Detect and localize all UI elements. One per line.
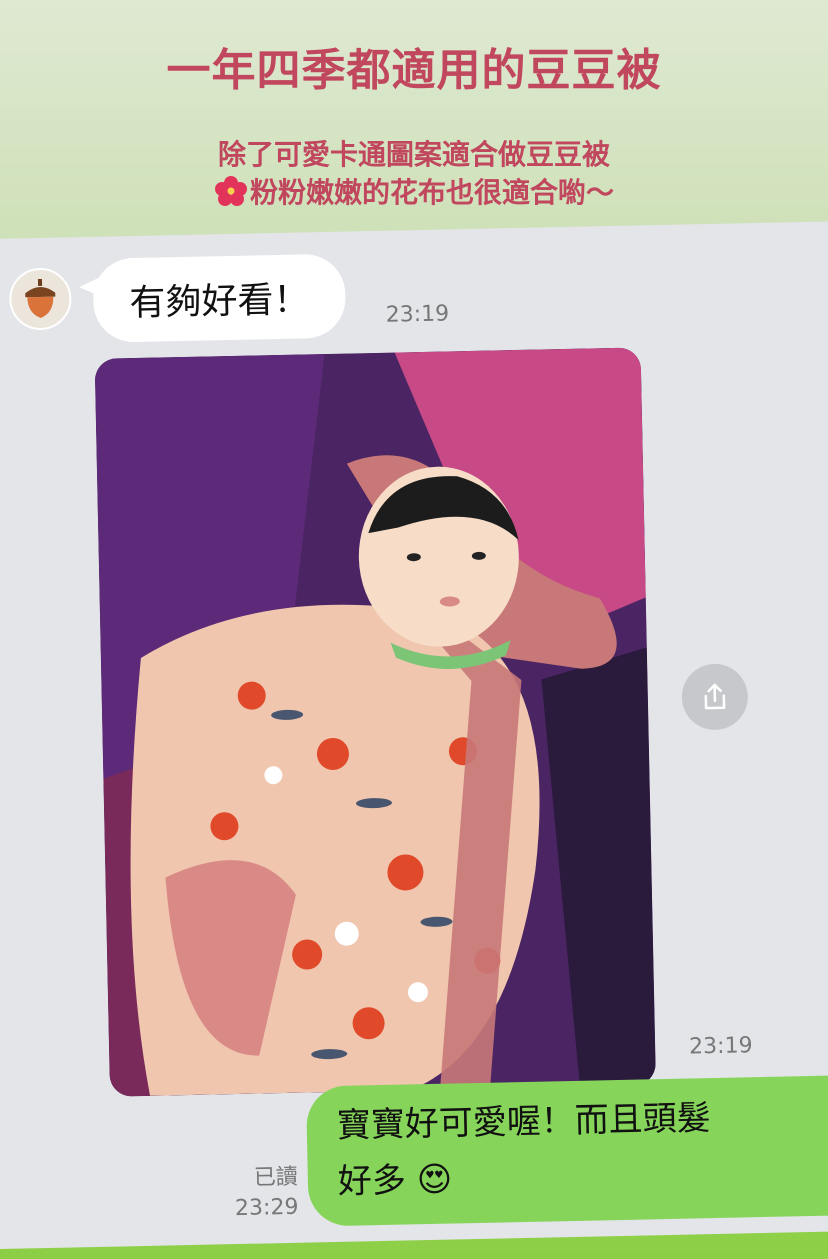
incoming-message-time: 23:19 [385, 301, 450, 328]
subtitle-line-2: 粉粉嫩嫩的花布也很適合喲～ [249, 176, 614, 209]
subtitle-line-2-wrap: 粉粉嫩嫩的花布也很適合喲～ [0, 174, 828, 212]
baby-photo-illustration [94, 347, 656, 1097]
hibiscus-icon [214, 176, 247, 206]
chat-area: 有夠好看！ 23:19 23:19 已讀 23:29 寶寶好可愛喔！而且頭髮 好… [0, 221, 828, 1248]
read-label: 已讀 [253, 1164, 299, 1191]
acorn-icon [25, 278, 56, 318]
page-subtitle: 除了可愛卡通圖案適合做豆豆被 粉粉嫩嫩的花布也很適合喲～ [0, 136, 828, 212]
outgoing-message-line-2: 好多 [337, 1160, 407, 1202]
chat-screenshot-card: 有夠好看！ 23:19 23:19 已讀 23:29 寶寶好可愛喔！而且頭髮 好… [0, 220, 828, 1250]
incoming-message-text: 有夠好看！ [129, 279, 310, 325]
outgoing-message-line-2-wrap: 好多 😍 [337, 1143, 828, 1210]
outgoing-message-bubble[interactable]: 寶寶好可愛喔！而且頭髮 好多 😍 [305, 1075, 828, 1227]
heart-eyes-emoji-icon: 😍 [416, 1159, 453, 1201]
contact-avatar[interactable] [8, 267, 73, 331]
page-title: 一年四季都適用的豆豆被 [166, 45, 662, 96]
share-button[interactable] [681, 663, 749, 731]
photo-message-time: 23:19 [688, 1033, 753, 1060]
outgoing-message-line-1: 寶寶好可愛喔！而且頭髮 [336, 1098, 712, 1146]
outgoing-message-time: 23:29 [234, 1194, 299, 1222]
share-icon [704, 683, 726, 710]
subtitle-line-1: 除了可愛卡通圖案適合做豆豆被 [217, 138, 610, 171]
header-banner: 一年四季都適用的豆豆被 除了可愛卡通圖案適合做豆豆被 粉粉嫩嫩的花布也很適合喲～ [0, 0, 828, 240]
shared-photo-baby[interactable] [94, 347, 656, 1097]
read-receipt: 已讀 23:29 [220, 1163, 299, 1225]
incoming-message-bubble[interactable]: 有夠好看！ [92, 253, 347, 343]
